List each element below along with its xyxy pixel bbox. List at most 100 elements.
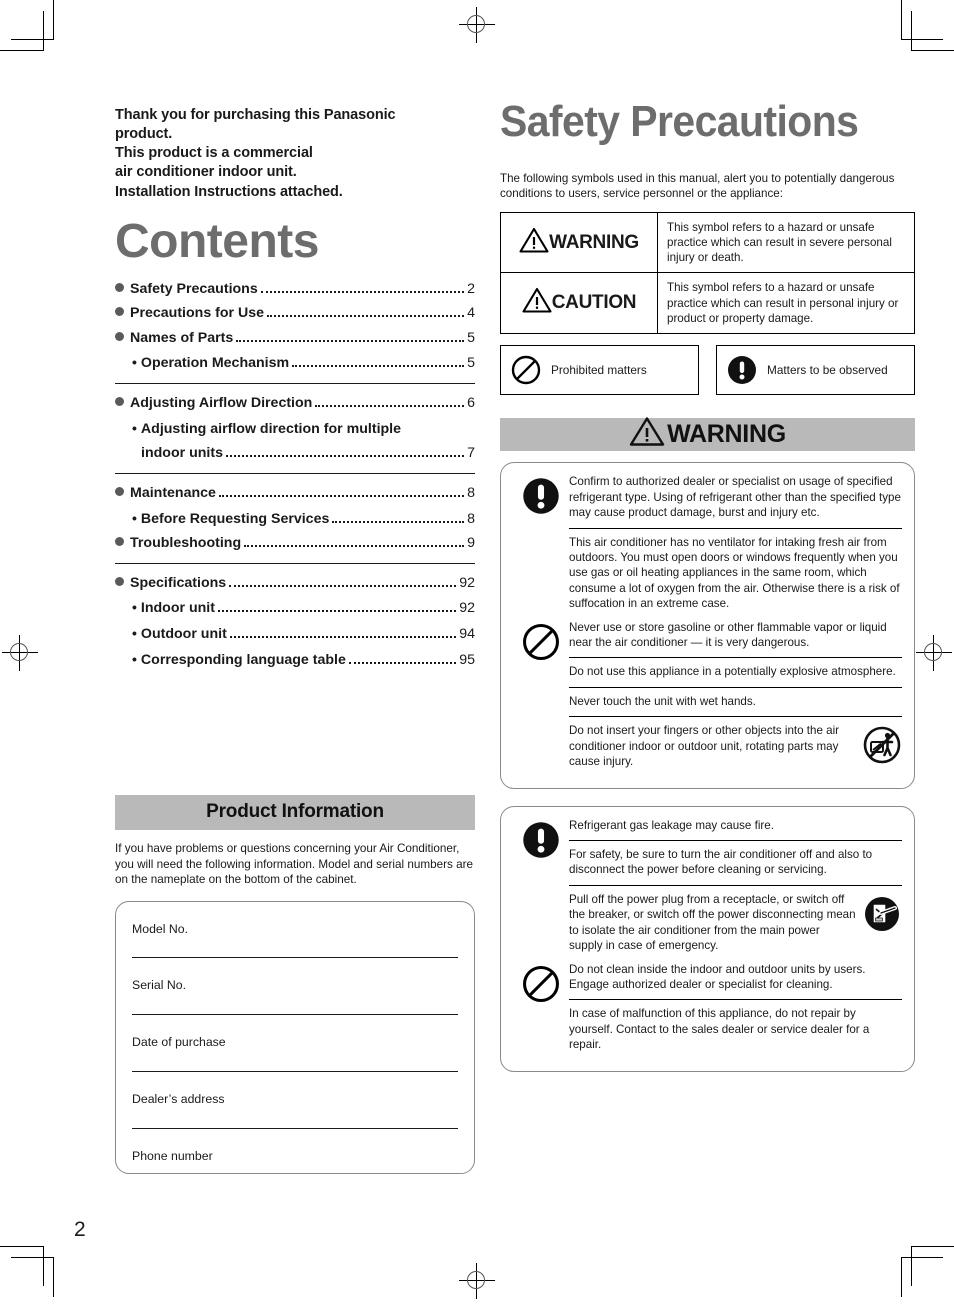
crop-mark-top-left [0, 0, 120, 120]
warning-item: Refrigerant gas leakage may cause fire. [569, 817, 902, 840]
toc-leader-dots [236, 339, 465, 342]
toc-page-number: 5 [467, 329, 475, 346]
warning-item: This air conditioner has no ventilator f… [569, 527, 902, 619]
toc-entry[interactable]: indoor units 7 [115, 446, 475, 462]
toc-page-number: 5 [467, 355, 475, 372]
intro-line: Installation Instructions attached. [115, 183, 343, 200]
left-column: Thank you for purchasing this Panasonic … [115, 106, 475, 677]
symbol-definition-table: WARNING This symbol refers to a hazard o… [500, 211, 915, 335]
toc-entry[interactable]: • Operation Mechanism 5 [115, 355, 475, 372]
toc-leader-dots [229, 584, 457, 587]
warning-item-text: Do not insert your fingers or other obje… [569, 724, 840, 769]
warning-item-text: Never use or store gasoline or other fla… [569, 620, 887, 650]
toc-entry-label: Adjusting airflow direction for multiple [140, 420, 402, 437]
intro-line: Thank you for purchasing this Panasonic [115, 107, 396, 123]
warning-item-text: Do not use this appliance in a potential… [569, 665, 896, 679]
toc-entry[interactable]: Safety Precautions 2 [115, 280, 475, 298]
warning-banner-label: WARNING [667, 420, 786, 449]
warning-item-text: Confirm to authorized dealer or speciali… [569, 475, 901, 520]
toc-subbullet-icon: • [132, 354, 137, 371]
intro-line: product. [115, 126, 173, 143]
toc-subbullet-icon: • [132, 599, 137, 616]
toc-leader-dots [404, 432, 472, 433]
toc-bullet-icon [115, 537, 124, 547]
toc-entry[interactable]: Adjusting Airflow Direction 6 [115, 395, 475, 412]
caution-label: CAUTION [551, 292, 637, 314]
warning-item-list: Refrigerant gas leakage may cause fire. F… [569, 817, 902, 961]
mandatory-icon [727, 355, 757, 385]
toc-subbullet-icon: • [132, 650, 137, 667]
toc-group: Safety Precautions 2 Precautions for Use 4 N… [115, 280, 475, 372]
table-of-contents: Safety Precautions 2 Precautions for Use 4 N… [115, 280, 475, 669]
manual-page: Thank you for purchasing this Panasonic … [0, 0, 954, 1306]
product-information-section: Product Information If you have problems… [115, 795, 475, 1174]
toc-subbullet-icon: • [132, 419, 137, 436]
toc-bullet-icon [115, 397, 124, 407]
toc-page-number: 4 [467, 305, 475, 322]
toc-entry[interactable]: • Corresponding language table 95 [115, 650, 475, 669]
toc-leader-dots [229, 635, 457, 638]
toc-group: Adjusting Airflow Direction 6 • Adjusting a… [115, 395, 475, 462]
product-info-field-label: Phone number [132, 1148, 213, 1163]
toc-subbullet-icon: • [132, 509, 137, 526]
warning-triangle-icon [629, 416, 665, 454]
toc-page-number: 2 [467, 280, 475, 297]
warning-item: In case of malfunction of this appliance… [569, 999, 902, 1059]
intro-paragraph: Thank you for purchasing this Panasonic … [115, 106, 475, 202]
warning-item-text: In case of malfunction of this appliance… [569, 1007, 870, 1052]
toc-bullet-icon [115, 576, 124, 586]
legend-mandatory: Matters to be observed [716, 345, 915, 396]
warning-item-text: For safety, be sure to turn the air cond… [569, 848, 873, 877]
toc-entry-label: Corresponding language table [140, 651, 346, 668]
product-info-field-label: Date of purchase [132, 1035, 226, 1050]
product-info-field[interactable]: Serial No. [132, 958, 458, 1016]
toc-entry[interactable]: • Outdoor unit 94 [115, 625, 475, 643]
warning-item: For safety, be sure to turn the air cond… [569, 840, 902, 885]
warning-item: Do not insert your fingers or other obje… [569, 716, 902, 776]
toc-group: Specifications 92 • Indoor unit 92 • Outdoor u… [115, 574, 475, 669]
product-info-field[interactable]: Model No. [132, 902, 458, 959]
warning-item: Do not use this appliance in a potential… [569, 657, 902, 686]
product-info-field[interactable]: Date of purchase [132, 1015, 458, 1073]
product-info-field[interactable]: Phone number [132, 1129, 458, 1186]
safety-precautions-heading: Safety Precautions [500, 97, 859, 146]
toc-bullet-icon [115, 486, 124, 496]
product-information-body: If you have problems or questions concer… [115, 842, 473, 887]
toc-entry-label: Precautions for Use [130, 305, 265, 322]
toc-entry[interactable]: Precautions for Use 4 [115, 306, 475, 322]
mandatory-icon [513, 817, 569, 859]
warning-item-text: This air conditioner has no ventilator f… [569, 535, 900, 611]
toc-entry[interactable]: Names of Parts 5 [115, 329, 475, 347]
toc-entry[interactable]: Maintenance 8 [115, 484, 475, 502]
safety-precautions-intro: The following symbols used in this manua… [500, 172, 895, 201]
no-fingers-icon [862, 723, 902, 769]
warning-group: Never use or store gasoline or other fla… [513, 619, 902, 777]
toc-leader-dots [260, 290, 465, 293]
toc-page-number: 9 [467, 535, 475, 552]
toc-entry[interactable]: Troubleshooting 9 [115, 535, 475, 552]
toc-leader-dots [348, 661, 457, 664]
toc-group: Maintenance 8 • Before Requesting Services 8… [115, 484, 475, 552]
product-info-field-label: Model No. [132, 921, 189, 936]
warning-item-list: Never use or store gasoline or other fla… [569, 619, 902, 777]
registration-mark-left [2, 635, 38, 671]
product-info-field[interactable]: Dealer’s address [132, 1072, 458, 1129]
table-row: CAUTION This symbol refers to a hazard o… [500, 272, 915, 335]
registration-mark-top [459, 7, 495, 43]
unplug-icon [862, 892, 902, 938]
toc-entry[interactable]: • Indoor unit 92 [115, 599, 475, 617]
toc-entry[interactable]: • Before Requesting Services 8 [115, 509, 475, 528]
toc-page-number: 95 [459, 651, 475, 668]
toc-entry[interactable]: Specifications 92 [115, 574, 475, 592]
toc-bullet-icon [115, 307, 124, 317]
toc-bullet-icon [115, 331, 124, 341]
toc-page-number: 8 [467, 484, 475, 501]
warning-item-list: Confirm to authorized dealer or speciali… [569, 473, 902, 618]
toc-leader-dots [315, 404, 465, 408]
toc-divider [115, 383, 475, 385]
toc-entry[interactable]: • Adjusting airflow direction for multipl… [115, 419, 475, 438]
toc-page-number: 92 [459, 574, 475, 591]
warning-group: Confirm to authorized dealer or speciali… [513, 473, 902, 618]
toc-entry-label: Indoor unit [140, 600, 215, 617]
warning-item: Confirm to authorized dealer or speciali… [569, 473, 902, 527]
